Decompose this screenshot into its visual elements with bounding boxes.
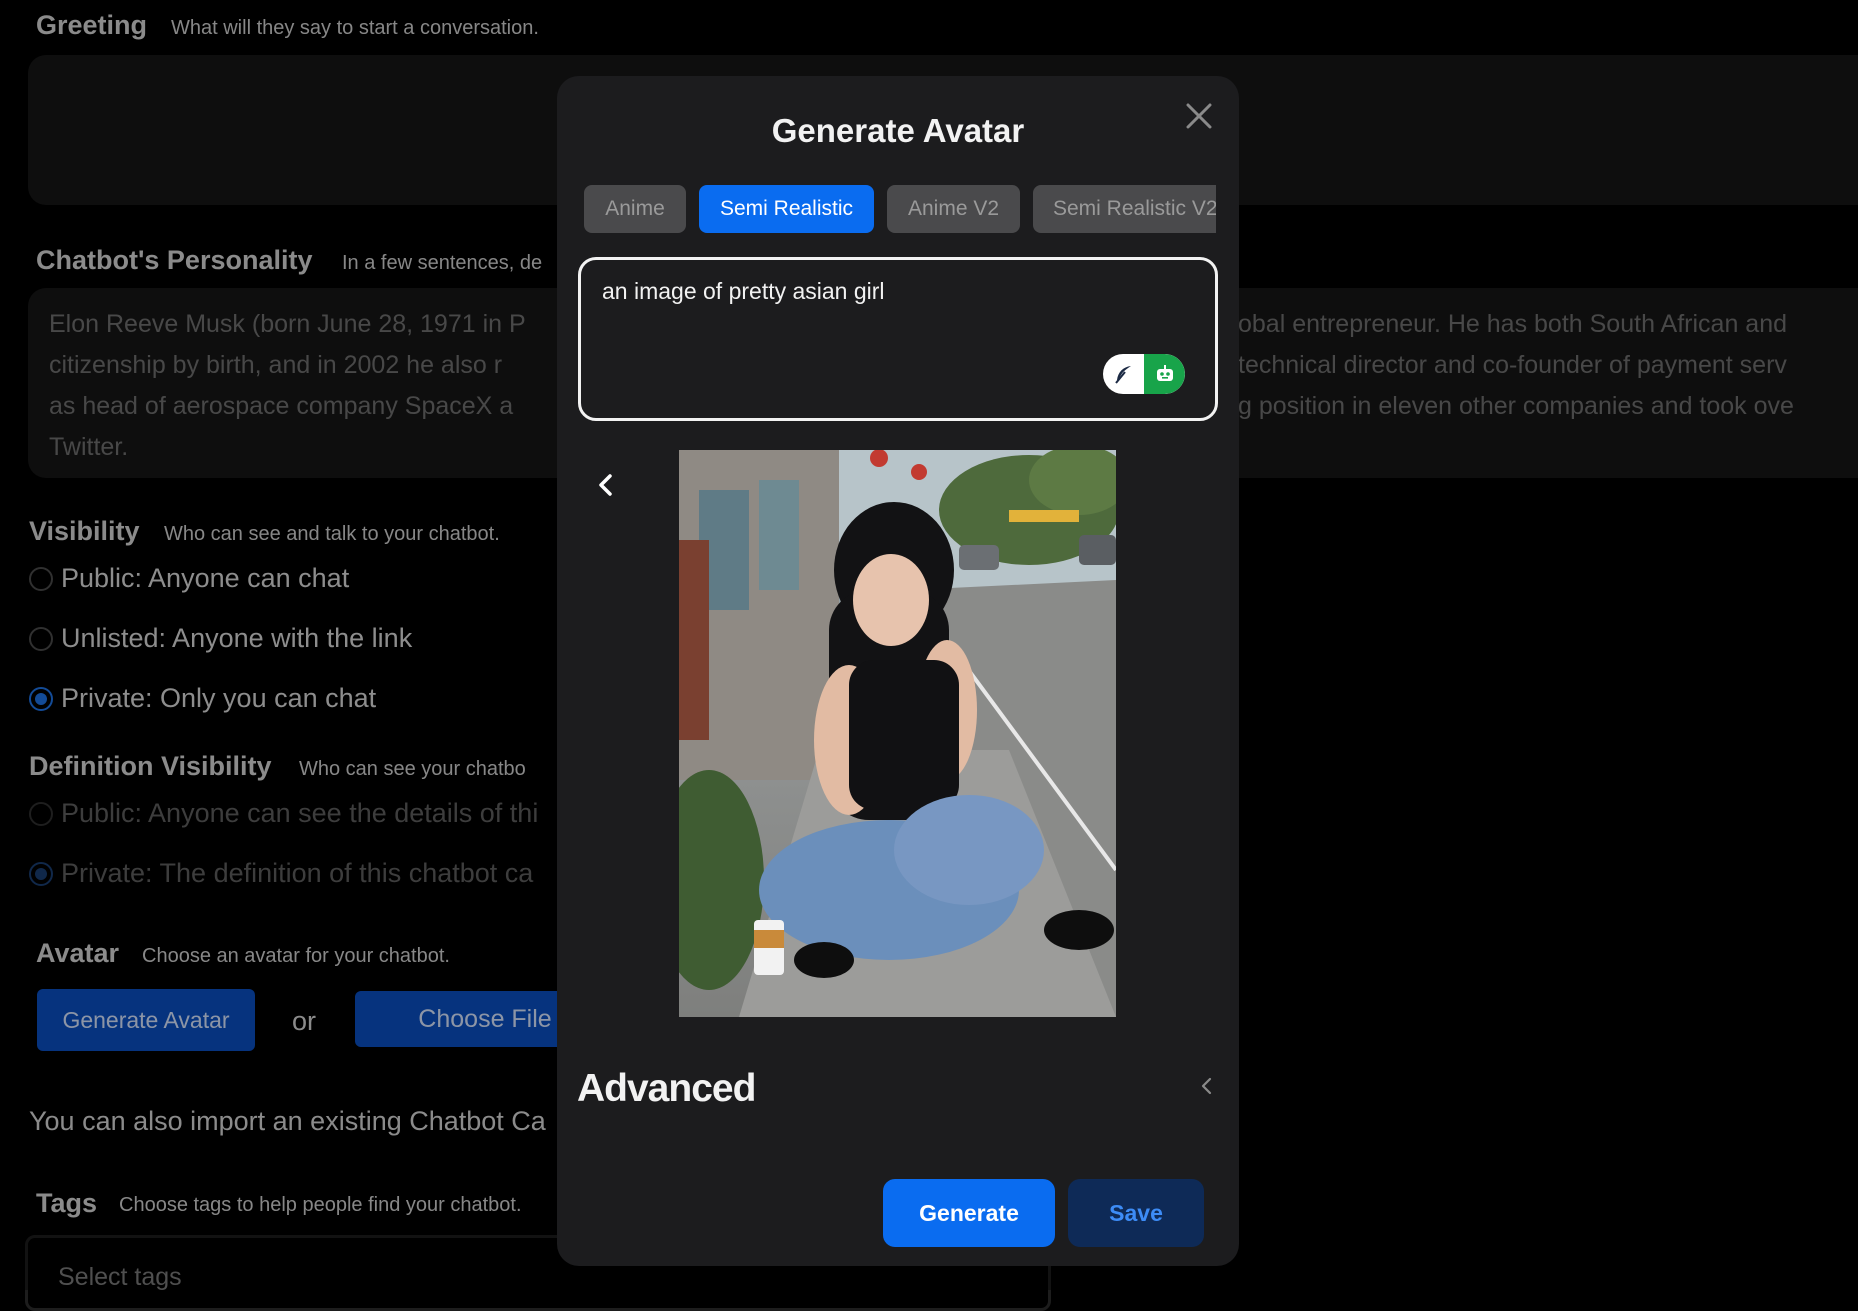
- tab-anime-v2[interactable]: Anime V2: [887, 185, 1020, 233]
- tab-semi-realistic[interactable]: Semi Realistic: [699, 185, 874, 233]
- generated-avatar-image: [679, 450, 1116, 1017]
- save-button[interactable]: Save: [1068, 1179, 1204, 1247]
- prompt-text: an image of pretty asian girl: [602, 278, 885, 304]
- style-tabs: Anime Semi Realistic Anime V2 Semi Reali…: [584, 185, 1216, 233]
- close-icon[interactable]: [1181, 98, 1217, 134]
- advanced-section-toggle[interactable]: Advanced: [577, 1067, 756, 1111]
- generate-avatar-modal: Generate Avatar Anime Semi Realistic Ani…: [557, 76, 1239, 1266]
- tab-anime[interactable]: Anime: [584, 185, 686, 233]
- tab-semi-realistic-v2[interactable]: Semi Realistic V2: [1033, 185, 1216, 233]
- prompt-textarea[interactable]: an image of pretty asian girl: [578, 257, 1218, 421]
- feather-icon: [1103, 354, 1144, 394]
- generate-button[interactable]: Generate: [883, 1179, 1055, 1247]
- modal-title: Generate Avatar: [771, 112, 1025, 149]
- chevron-left-icon[interactable]: [590, 469, 622, 501]
- chevron-left-icon[interactable]: [1197, 1074, 1217, 1098]
- avatar-photo-illustration: [679, 450, 1116, 1017]
- prompt-mode-toggle[interactable]: [1103, 354, 1185, 394]
- robot-icon: [1144, 354, 1185, 394]
